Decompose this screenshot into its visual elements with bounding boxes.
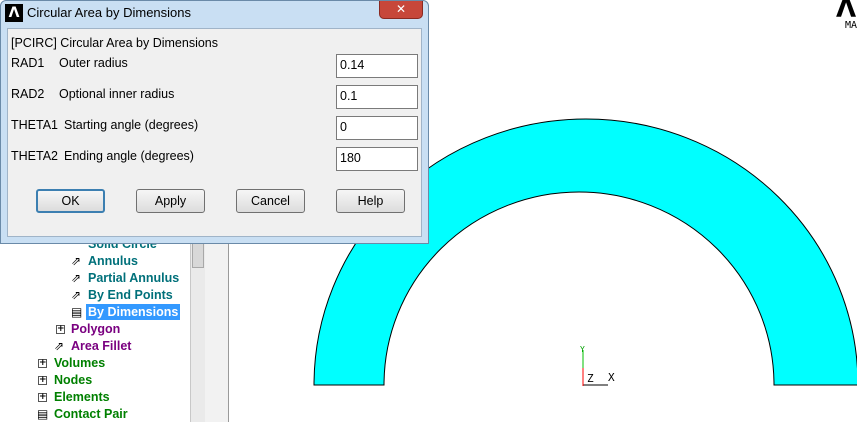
expand-icon[interactable]: + bbox=[38, 376, 47, 385]
tree-item-partial-annulus[interactable]: Partial Annulus bbox=[88, 270, 179, 286]
tree-item-polygon[interactable]: Polygon bbox=[71, 321, 120, 337]
tree-item-by-dimensions[interactable]: By Dimensions bbox=[86, 304, 181, 320]
triad-x-label: X bbox=[608, 371, 615, 384]
cancel-button[interactable]: Cancel bbox=[236, 189, 305, 213]
rad2-code: RAD2 bbox=[11, 87, 45, 101]
theta2-code: THETA2 bbox=[11, 149, 58, 163]
dialog-body: [PCIRC] Circular Area by Dimensions RAD1… bbox=[7, 28, 422, 237]
tree-item-nodes[interactable]: Nodes bbox=[54, 372, 92, 388]
tree-item-volumes[interactable]: Volumes bbox=[54, 355, 105, 371]
rad1-code: RAD1 bbox=[11, 56, 45, 70]
tree-item-contact-pair[interactable]: Contact Pair bbox=[54, 406, 128, 422]
rad2-input[interactable]: 0.1 bbox=[336, 85, 418, 109]
tree-item-annulus[interactable]: Annulus bbox=[88, 253, 138, 269]
rad1-label: Outer radius bbox=[59, 56, 128, 70]
arrow-icon: ⇗ bbox=[54, 339, 65, 353]
close-button[interactable]: ✕ bbox=[379, 1, 423, 19]
rad1-input[interactable]: 0.14 bbox=[336, 54, 418, 78]
dialog-header: [PCIRC] Circular Area by Dimensions bbox=[11, 36, 219, 50]
panel-divider bbox=[204, 230, 228, 422]
close-icon: ✕ bbox=[395, 2, 407, 16]
arrow-icon: ⇗ bbox=[71, 288, 82, 302]
expand-icon[interactable]: + bbox=[56, 325, 65, 334]
expand-icon[interactable]: + bbox=[38, 359, 47, 368]
ansys-logo-text: MA bbox=[845, 20, 857, 31]
theta1-input[interactable]: 0 bbox=[336, 116, 418, 140]
dialog-titlebar[interactable]: Λ Circular Area by Dimensions ✕ bbox=[1, 1, 428, 25]
circular-area-dialog: Λ Circular Area by Dimensions ✕ [PCIRC] … bbox=[0, 0, 429, 244]
rad2-label: Optional inner radius bbox=[59, 87, 175, 101]
dialog-title: Circular Area by Dimensions bbox=[27, 5, 192, 20]
tree-item-by-end-points[interactable]: By End Points bbox=[88, 287, 173, 303]
ansys-app-icon: Λ bbox=[5, 4, 23, 22]
expand-icon[interactable]: + bbox=[38, 393, 47, 402]
apply-button[interactable]: Apply bbox=[136, 189, 205, 213]
dialog-icon: ▤ bbox=[37, 407, 49, 421]
scrollbar-thumb[interactable] bbox=[192, 240, 204, 268]
theta2-label: Ending angle (degrees) bbox=[64, 149, 194, 163]
help-button[interactable]: Help bbox=[336, 189, 405, 213]
dialog-icon: ▤ bbox=[71, 305, 83, 319]
theta1-code: THETA1 bbox=[11, 118, 58, 132]
arrow-icon: ⇗ bbox=[71, 271, 82, 285]
ok-button[interactable]: OK bbox=[36, 189, 105, 213]
triad-y-label: Y bbox=[580, 345, 585, 354]
theta2-input[interactable]: 180 bbox=[336, 147, 418, 171]
tree-scrollbar[interactable] bbox=[190, 230, 205, 422]
tree-item-area-fillet[interactable]: Area Fillet bbox=[71, 338, 131, 354]
triad-z-label: Z bbox=[587, 372, 594, 385]
theta1-label: Starting angle (degrees) bbox=[64, 118, 199, 132]
tree-item-elements[interactable]: Elements bbox=[54, 389, 110, 405]
arrow-icon: ⇗ bbox=[71, 254, 82, 268]
